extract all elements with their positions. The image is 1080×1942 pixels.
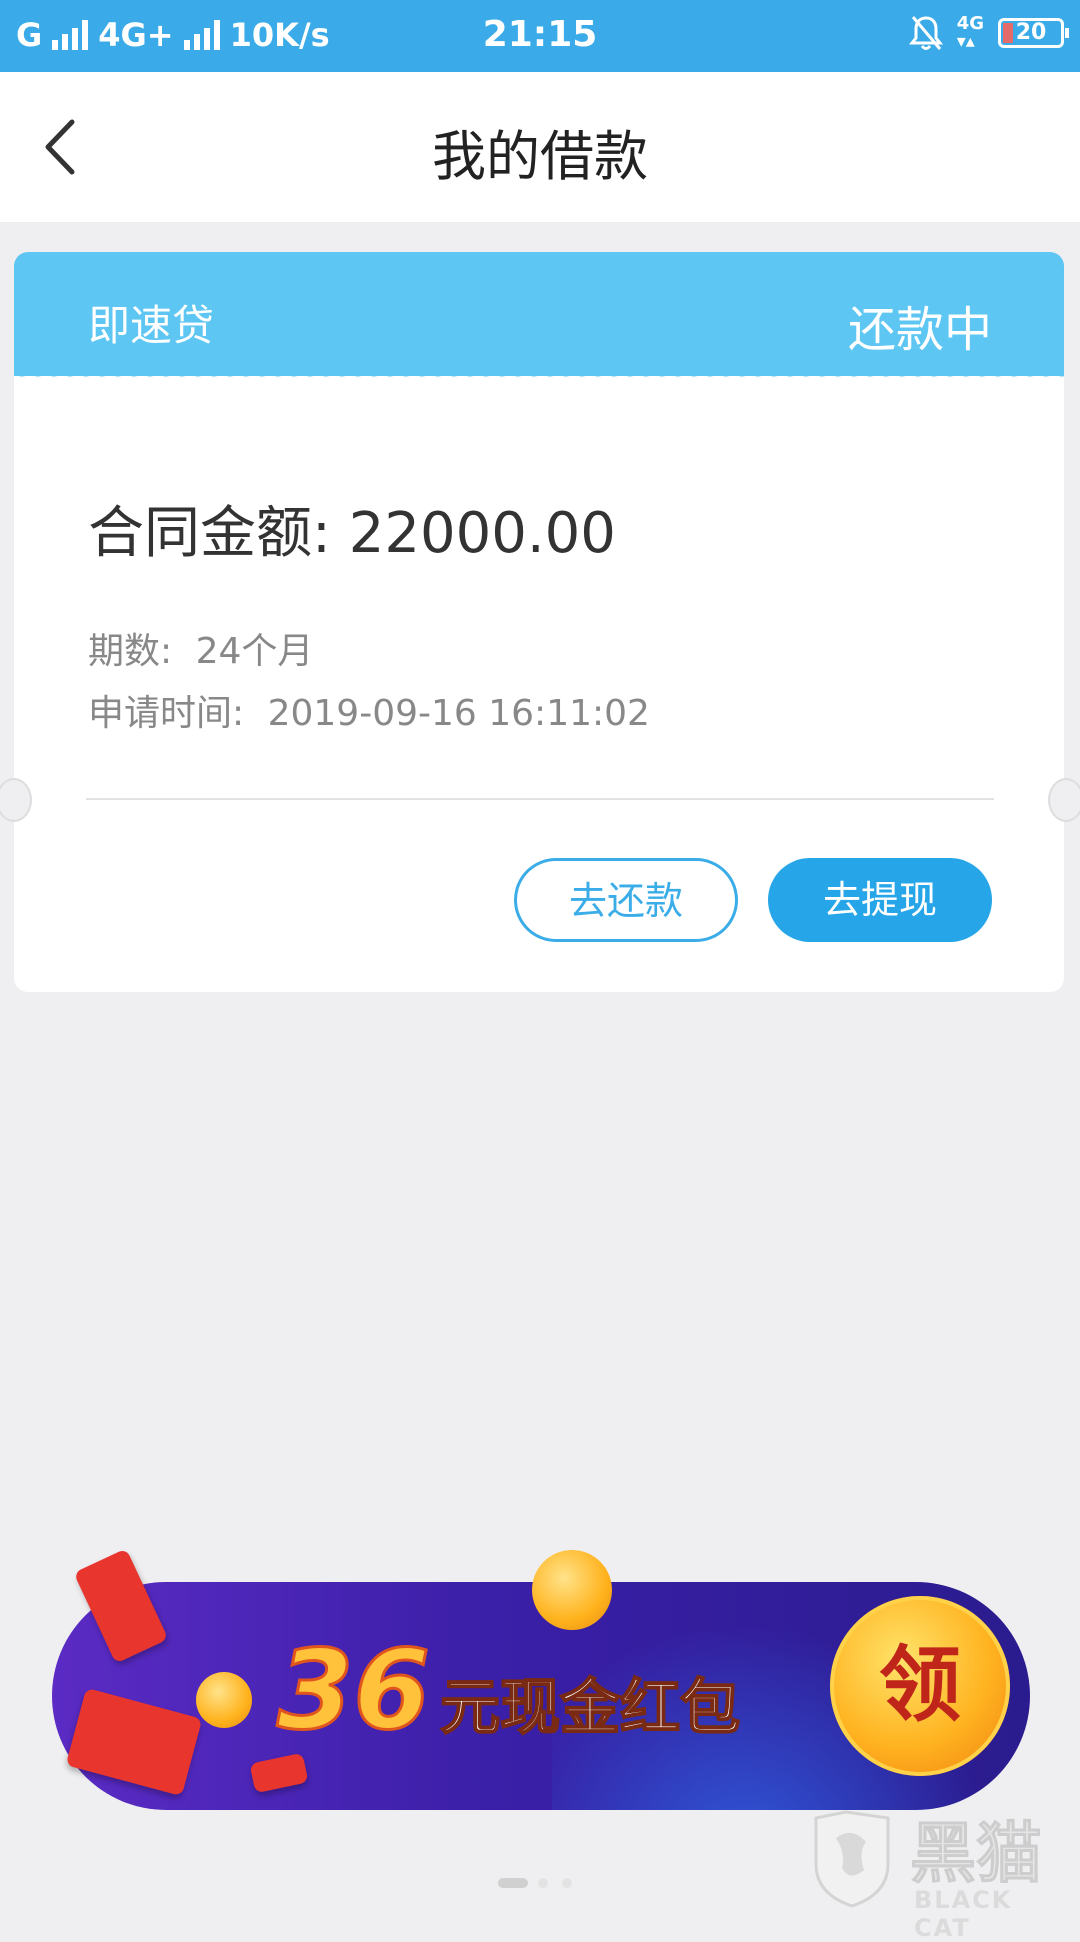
withdraw-button[interactable]: 去提现	[768, 858, 992, 942]
red-envelope-icon	[73, 1548, 169, 1664]
pager-dot	[538, 1878, 548, 1888]
status-bar: G 4G+ 10K/s 21:15 4G ▾▴ 20	[0, 0, 1080, 72]
divider	[86, 798, 994, 800]
apply-value: 2019-09-16 16:11:02	[267, 693, 650, 734]
watermark-cn: 黑猫	[910, 1815, 1043, 1893]
loan-card-header: 即速贷 还款中	[14, 252, 1064, 376]
apply-label: 申请时间:	[88, 693, 245, 734]
coin-icon	[532, 1550, 612, 1630]
pager-dot	[562, 1878, 572, 1888]
banner-label: 元现金红包	[439, 1672, 741, 1744]
repay-button[interactable]: 去还款	[514, 858, 738, 942]
apply-time: 申请时间: 2019-09-16 16:11:02	[88, 684, 650, 736]
page-title: 我的借款	[432, 125, 648, 188]
scalloped-edge	[14, 368, 1064, 384]
banner-text: 36 元现金红包	[275, 1625, 741, 1756]
contract-amount: 合同金额: 22000.00	[88, 488, 616, 569]
amount-label: 合同金额:	[88, 501, 331, 566]
pager-dot-active	[498, 1878, 528, 1888]
app-header: 我的借款	[0, 72, 1080, 222]
watermark-en: BLACK CAT	[914, 1886, 1013, 1942]
red-envelope-icon	[249, 1752, 309, 1794]
red-packet-banner[interactable]: 36 元现金红包 领	[52, 1548, 1030, 1810]
red-envelope-icon	[65, 1687, 203, 1797]
card-notch-right	[1048, 778, 1080, 822]
claim-button[interactable]: 领	[830, 1596, 1010, 1776]
loan-terms: 期数: 24个月	[88, 622, 313, 674]
banner-amount: 36	[275, 1625, 431, 1756]
amount-value: 22000.00	[348, 501, 616, 566]
loan-status: 还款中	[847, 302, 992, 358]
battery-level: 20	[1015, 20, 1047, 45]
terms-value: 24个月	[195, 631, 314, 672]
cat-logo-icon	[814, 1810, 890, 1908]
blackcat-watermark: 黑猫 BLACK CAT	[806, 1800, 1076, 1942]
terms-label: 期数:	[88, 631, 173, 672]
network-badge: 4G ▾▴	[956, 13, 984, 52]
loan-card: 即速贷 还款中 合同金额: 22000.00 期数: 24个月 申请时间: 20…	[14, 252, 1064, 992]
battery-icon: 20	[998, 18, 1069, 48]
product-name: 即速贷	[88, 301, 215, 350]
bell-off-icon	[908, 14, 943, 52]
coin-icon	[196, 1672, 252, 1728]
status-right: 4G ▾▴ 20	[908, 13, 1069, 52]
